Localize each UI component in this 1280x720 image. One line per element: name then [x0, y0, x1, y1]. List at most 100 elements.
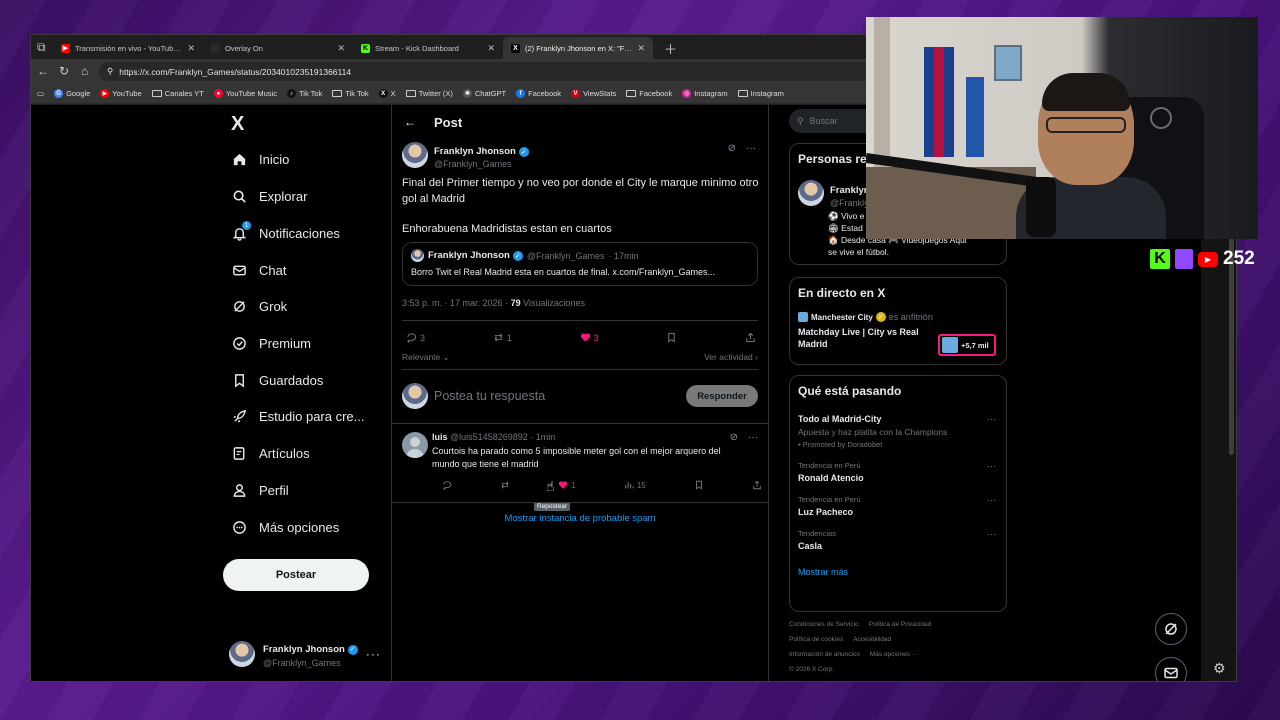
- more-options-icon[interactable]: ···: [987, 414, 996, 424]
- quoted-post[interactable]: Franklyn Jhonson ✓ @Franklyn_Games · 17mi…: [402, 242, 758, 286]
- more-options-icon[interactable]: ···: [987, 529, 996, 539]
- tab-x-post[interactable]: X (2) Franklyn Jhonson en X: "Final d ✕: [503, 37, 653, 59]
- view-activity-link[interactable]: Ver actividad ›: [704, 352, 758, 363]
- bookmark-tiktok-folder[interactable]: Tik Tok: [332, 89, 369, 98]
- gear-icon[interactable]: ⚙: [1213, 660, 1226, 677]
- nav-item-chat[interactable]: Chat: [231, 262, 286, 278]
- tab-youtube-studio[interactable]: ▶ Transmisión en vivo - YouTube St ✕: [53, 37, 203, 59]
- bookmark-label: Instagram: [750, 89, 784, 98]
- bookmark-facebook[interactable]: f Facebook: [516, 89, 561, 98]
- bookmark-instagram-folder[interactable]: Instagram: [737, 89, 784, 98]
- tab-title: Overlay On: [225, 43, 263, 53]
- x-logo-icon[interactable]: X: [231, 113, 244, 136]
- trend-item[interactable]: Tendencias Casla ···: [798, 529, 998, 551]
- show-spam-link[interactable]: Mostrar instancia de probable spam: [392, 513, 768, 524]
- webcam-scene: [1026, 177, 1056, 237]
- nav-item-guardados[interactable]: Guardados: [231, 372, 323, 388]
- trend-item[interactable]: Tendencia en Perú Luz Pacheco ···: [798, 495, 998, 517]
- address-bar[interactable]: ⚲ https://x.com/Franklyn_Games/status/20…: [99, 62, 879, 81]
- nav-item-notificaciones[interactable]: 1 Notificaciones: [231, 221, 340, 241]
- footer-link[interactable]: Política de cookies: [789, 636, 843, 643]
- footer-link[interactable]: Política de Privacidad: [869, 621, 932, 628]
- nav-item-estudio[interactable]: Estudio para cre...: [231, 408, 365, 424]
- bookmark-canales-yt[interactable]: Canales YT: [151, 89, 204, 98]
- share-button[interactable]: [752, 480, 762, 490]
- bookmark-chatgpt[interactable]: ✺ ChatGPT: [462, 89, 506, 98]
- post-timestamp[interactable]: 3:53 p. m. · 17 mar. 2026 ·: [402, 298, 511, 308]
- trend-name: Todo al Madrid-City: [798, 414, 882, 424]
- back-arrow-icon[interactable]: ←: [404, 115, 416, 129]
- live-viewers-badge: +5,7 mil: [938, 334, 996, 356]
- footer-link[interactable]: Accesibilidad: [853, 636, 891, 643]
- reply-author[interactable]: luis: [432, 432, 448, 442]
- bookmark-x[interactable]: XX: [378, 89, 396, 98]
- site-info-icon[interactable]: ⚲: [107, 66, 113, 77]
- post-author[interactable]: Franklyn Jhonson ✓ @Franklyn_Games: [402, 141, 529, 169]
- bookmark-button[interactable]: [666, 332, 677, 343]
- nav-item-mas-opciones[interactable]: Más opciones: [231, 519, 339, 535]
- nav-item-perfil[interactable]: Perfil: [231, 482, 289, 498]
- close-icon[interactable]: ✕: [337, 43, 345, 54]
- more-options-icon[interactable]: ···: [748, 432, 758, 443]
- footer-link[interactable]: Condiciones de Servicio: [789, 621, 859, 628]
- nav-item-premium[interactable]: Premium: [231, 335, 311, 351]
- more-options-icon[interactable]: ···: [987, 461, 996, 471]
- account-switcher[interactable]: Franklyn Jhonson ✓ @Franklyn_Games ···: [229, 638, 381, 669]
- reply-button[interactable]: 3: [406, 332, 425, 343]
- kick-icon: K: [361, 43, 370, 53]
- tab-kick-dashboard[interactable]: K Stream - Kick Dashboard ✕: [353, 37, 503, 59]
- x-icon: X: [511, 43, 520, 53]
- nav-item-explorar[interactable]: Explorar: [231, 188, 307, 204]
- footer-link[interactable]: Más opciones ···: [870, 651, 918, 658]
- facebook-icon: f: [516, 89, 526, 98]
- bookmark-google[interactable]: G Google: [54, 89, 90, 98]
- more-options-icon[interactable]: ···: [366, 647, 381, 661]
- post-button[interactable]: Postear: [223, 559, 369, 591]
- grok-icon[interactable]: ⊘: [728, 143, 736, 154]
- back-icon[interactable]: ←: [37, 64, 49, 78]
- tab-actions-icon[interactable]: ⧉: [37, 40, 46, 55]
- more-options-icon[interactable]: ···: [987, 495, 996, 505]
- views-button[interactable]: 15: [624, 480, 646, 490]
- sort-dropdown[interactable]: Relevante ⌄: [402, 352, 450, 363]
- footer-link[interactable]: Información de anuncios: [789, 651, 860, 658]
- reply-submit-button[interactable]: Responder: [686, 385, 758, 407]
- grok-floating-button[interactable]: [1155, 613, 1187, 645]
- like-button[interactable]: 3: [580, 332, 599, 343]
- nav-label: Perfil: [259, 482, 289, 498]
- grok-icon[interactable]: ⊘: [730, 432, 738, 443]
- bookmark-facebook-folder[interactable]: Facebook: [626, 89, 672, 98]
- close-icon[interactable]: ✕: [637, 43, 645, 54]
- messages-floating-button[interactable]: [1155, 657, 1187, 681]
- bookmark-button[interactable]: [694, 480, 704, 490]
- reply-header: luis @luis51458269892 · 1min: [432, 432, 555, 442]
- tab-overlay[interactable]: Overlay On ✕: [203, 37, 353, 59]
- reply-input[interactable]: Postea tu respuesta: [434, 389, 680, 403]
- reply-button[interactable]: [442, 480, 452, 490]
- nav-item-grok[interactable]: Grok: [231, 298, 287, 314]
- nav-item-articulos[interactable]: Artículos: [231, 445, 310, 461]
- nav-label: Chat: [259, 262, 287, 278]
- like-button[interactable]: 1: [558, 480, 576, 490]
- bookmark-twitter-folder[interactable]: Twitter (X): [405, 89, 453, 98]
- new-tab-button[interactable]: ＋: [664, 39, 677, 58]
- bookmark-tiktok[interactable]: ♪ Tik Tok: [286, 89, 322, 98]
- live-on-x-card[interactable]: En directo en X Manchester City ✓ es anf…: [789, 277, 1007, 365]
- share-button[interactable]: [745, 332, 756, 343]
- bookmark-instagram[interactable]: ◎ Instagram: [682, 89, 728, 98]
- more-options-icon[interactable]: ···: [746, 143, 756, 154]
- show-more-link[interactable]: Mostrar más: [798, 567, 998, 577]
- home-icon[interactable]: ⌂: [81, 64, 88, 78]
- repost-button[interactable]: 1: [493, 332, 512, 343]
- close-icon[interactable]: ✕: [487, 43, 495, 54]
- repost-button[interactable]: [500, 480, 510, 490]
- nav-item-inicio[interactable]: Inicio: [231, 151, 289, 167]
- trend-item[interactable]: Tendencia en Perú Ronald Atencio ···: [798, 461, 998, 483]
- bookmark-youtube-music[interactable]: ● YouTube Music: [213, 89, 277, 98]
- trend-item[interactable]: Todo al Madrid-City Apuesta y haz platit…: [798, 414, 998, 449]
- reload-icon[interactable]: ↻: [59, 64, 69, 78]
- bookmark-viewstats[interactable]: V ViewStats: [571, 89, 616, 98]
- bookmark-youtube[interactable]: ▶ YouTube: [100, 89, 142, 98]
- bookmarks-menu-icon[interactable]: ▭: [37, 89, 44, 98]
- close-icon[interactable]: ✕: [187, 43, 195, 54]
